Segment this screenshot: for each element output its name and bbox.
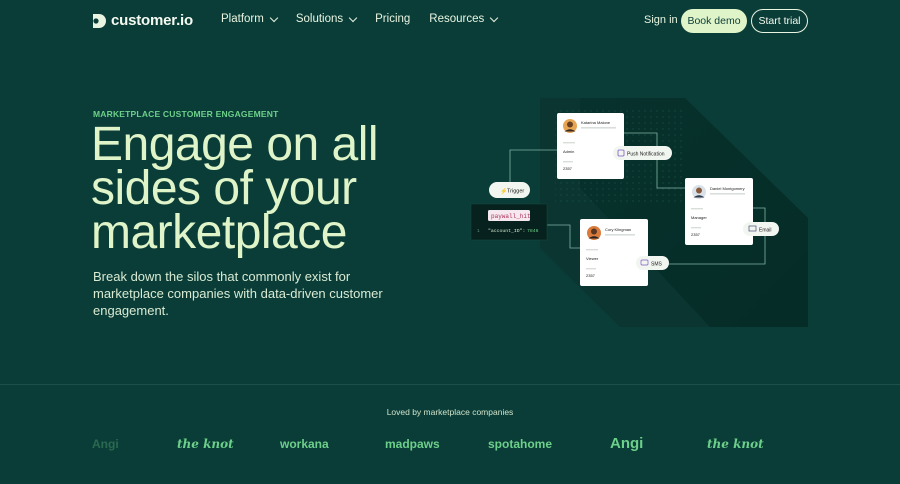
book-demo-button[interactable]: Book demo [681,9,747,33]
nav-item-label: Pricing [375,13,411,25]
code-event: paywall_hit [491,213,531,220]
headline-line: marketplace [91,206,347,259]
code-value: 7846 [527,228,539,234]
nav-item-solutions[interactable]: Solutions [295,13,358,25]
section-divider [0,384,900,385]
logo[interactable]: customer.io [92,12,193,29]
card-name: Cory Klingman [605,227,631,232]
hero-subtext: Break down the silos that commonly exist… [93,269,383,318]
email-label: Email [759,228,772,234]
trigger-label: Trigger [507,189,524,195]
code-block: paywall_hit 1 "account_ID": 7846 [470,203,548,241]
sms-pill: SMS [636,256,669,270]
card-id: 2357 [586,273,596,278]
brand-logo-strip: Angi the knot workana madpaws spotahome … [0,435,900,461]
hero-headline: Engage on all sides of your marketplace [91,121,431,257]
brand-logo-angi: Angi [92,437,119,451]
card-name: Katarina Malone [581,120,611,125]
code-line-number: 1 [477,228,480,234]
email-pill: Email [743,222,779,236]
brand-logo-madpaws: madpaws [385,437,440,451]
card-id: 2357 [691,232,701,237]
card-role: Viewer [586,256,599,261]
brand-logo-workana: workana [280,437,329,451]
chevron-down-icon [490,13,499,22]
chevron-down-icon [269,13,279,22]
user-card: Katarina Malone Admin 2357 [557,113,624,179]
card-role: Admin [563,149,574,154]
nav-item-pricing[interactable]: Pricing [375,13,410,25]
social-proof-label: Loved by marketplace companies [386,407,514,417]
workflow-illustration: ⚡ Trigger paywall_hit 1 "account_ID": 78… [470,98,810,328]
user-card: Cory Klingman Viewer 2357 [580,219,648,286]
logo-text: customer.io [111,12,193,29]
nav-item-label: Solutions [295,13,344,25]
top-nav: customer.io Platform Solutions Pricing R… [0,0,900,42]
nav-item-platform[interactable]: Platform [221,13,279,25]
code-key: "account_ID": [488,228,525,234]
nav-item-resources[interactable]: Resources [429,13,499,25]
chevron-down-icon [348,13,358,22]
push-notification-pill: Push Notification [613,146,672,160]
brand-logo-theknot: the knot [177,437,234,451]
push-label: Push Notification [627,152,665,158]
brand-logo-angi: Angi [610,435,644,452]
brand-logo-theknot: the knot [707,437,764,451]
brand-logo-spotahome: spotahome [488,437,553,451]
nav-menu: Platform Solutions Pricing Resources [221,13,516,25]
nav-item-label: Resources [429,13,485,25]
sms-label: SMS [651,262,663,268]
card-role: Manager [691,215,707,220]
user-card: Daniel Montgomery Manager 2357 [685,178,753,245]
start-trial-button[interactable]: Start trial [751,9,808,33]
card-id: 2357 [563,166,573,171]
logo-icon [92,13,106,29]
sign-in-link[interactable]: Sign in [644,14,678,26]
nav-item-label: Platform [221,13,264,25]
card-name: Daniel Montgomery [710,186,745,191]
trigger-pill: ⚡ Trigger [489,182,530,198]
